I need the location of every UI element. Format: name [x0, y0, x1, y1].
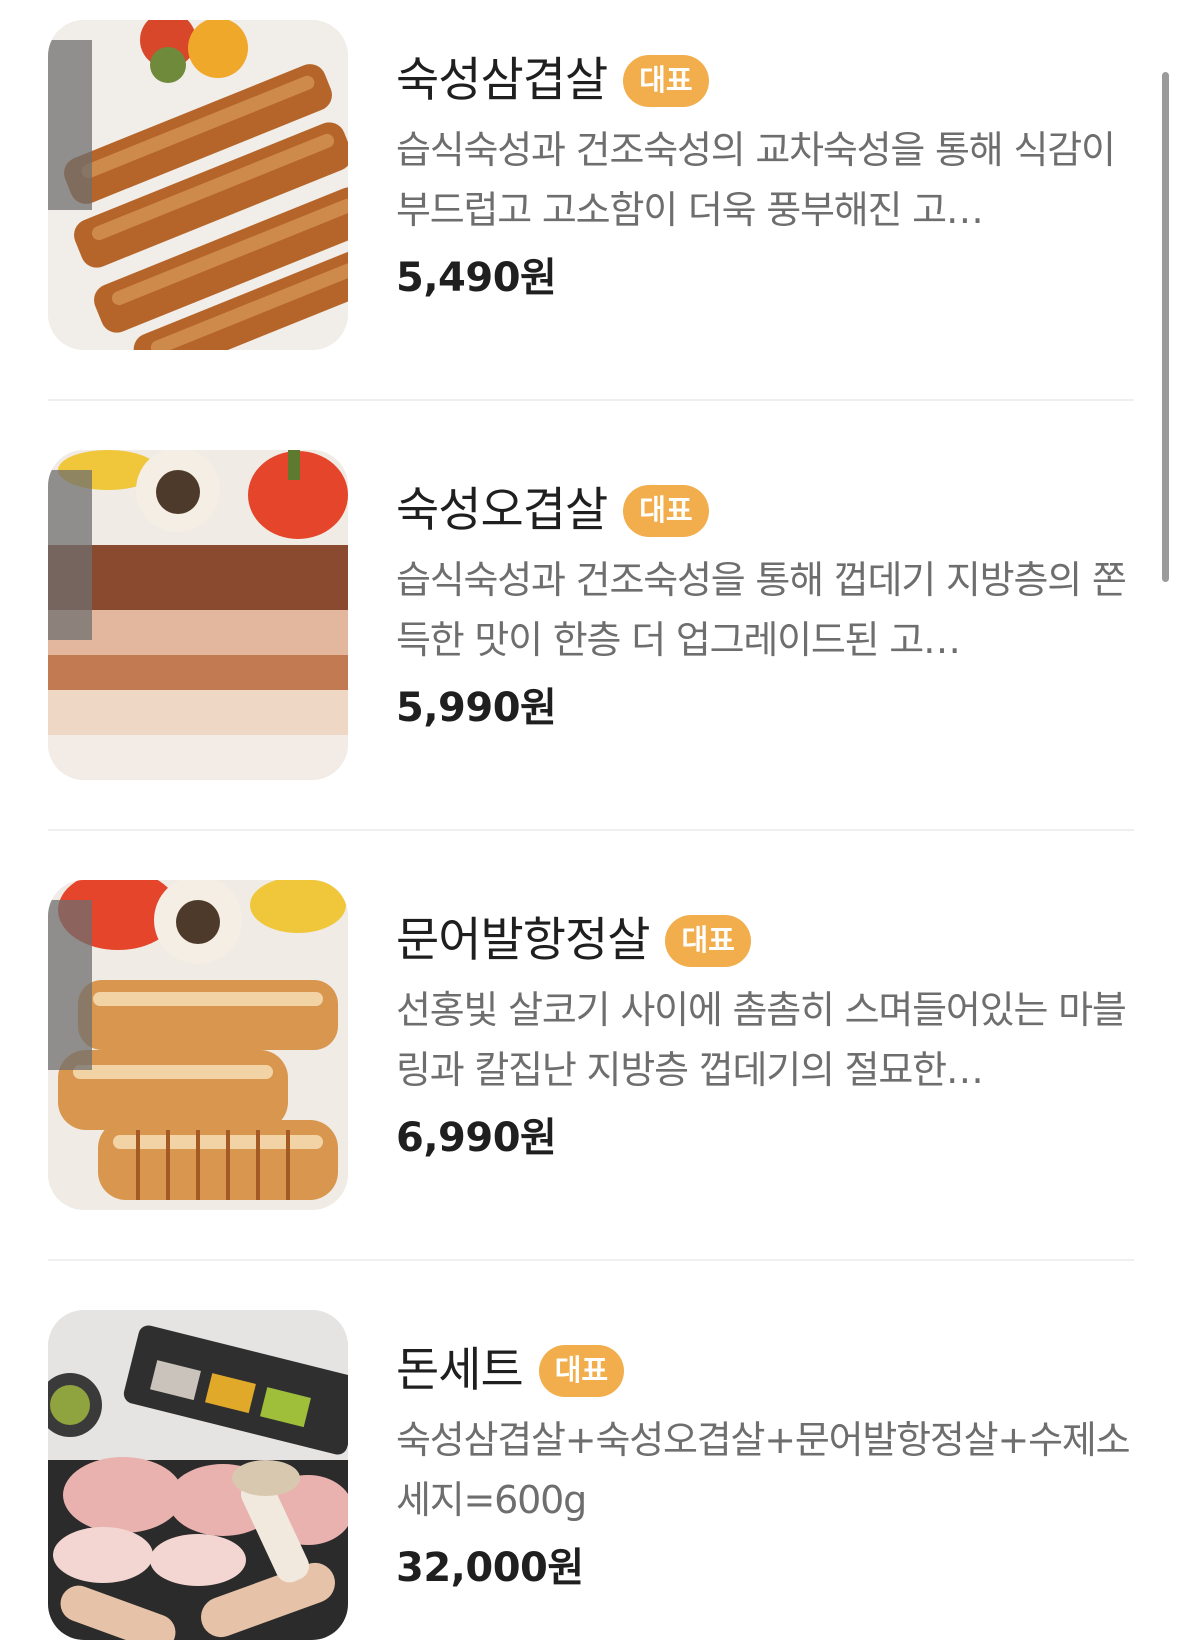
- menu-item-description: 선홍빛 살코기 사이에 촘촘히 스며들어있는 마블링과 칼집난 지방층 껍데기의…: [396, 988, 1127, 1092]
- menu-item-octopus-pork-jowl[interactable]: 문어발항정살 대표 선홍빛 살코기 사이에 촘촘히 스며들어있는 마블링과 칼집…: [48, 880, 1134, 1210]
- menu-item-description: 습식숙성과 건조숙성을 통해 껍데기 지방층의 쫀득한 맛이 한층 더 업그레이…: [396, 558, 1127, 662]
- divider: [48, 1259, 1134, 1261]
- title-row: 돈세트 대표: [396, 1338, 1134, 1404]
- menu-item-info: 돈세트 대표 숙성삼겹살+숙성오겹살+문어발항정살+수제소세지=600g 32,…: [396, 1338, 1134, 1594]
- menu-item-info: 숙성오겹살 대표 습식숙성과 건조숙성을 통해 껍데기 지방층의 쫀득한 맛이 …: [396, 478, 1134, 734]
- signature-badge: 대표: [623, 55, 709, 107]
- title-row: 문어발항정살 대표: [396, 908, 1134, 974]
- divider: [48, 829, 1134, 831]
- title-row: 숙성삼겹살 대표: [396, 48, 1134, 114]
- menu-item-info: 숙성삼겹살 대표 습식숙성과 건조숙성의 교차숙성을 통해 식감이 부드럽고 고…: [396, 48, 1134, 304]
- signature-badge: 대표: [623, 485, 709, 537]
- divider: [48, 399, 1134, 401]
- menu-item-image: [48, 450, 348, 780]
- title-row: 숙성오겹살 대표: [396, 478, 1134, 544]
- scrollbar[interactable]: [1162, 72, 1169, 582]
- menu-item-price: 6,990원: [396, 1115, 557, 1161]
- menu-item-name: 문어발항정살: [396, 913, 650, 968]
- menu-item-info: 문어발항정살 대표 선홍빛 살코기 사이에 촘촘히 스며들어있는 마블링과 칼집…: [396, 908, 1134, 1164]
- menu-item-price: 5,990원: [396, 685, 557, 731]
- menu-item-pork-set[interactable]: 돈세트 대표 숙성삼겹살+숙성오겹살+문어발항정살+수제소세지=600g 32,…: [48, 1310, 1134, 1640]
- menu-item-price: 32,000원: [396, 1545, 584, 1591]
- menu-item-name: 숙성삼겹살: [396, 53, 608, 108]
- signature-badge: 대표: [538, 1345, 625, 1397]
- menu-item-description: 습식숙성과 건조숙성의 교차숙성을 통해 식감이 부드럽고 고소함이 더욱 풍부…: [396, 128, 1116, 232]
- menu-item-image: [48, 20, 348, 350]
- menu-item-aged-pork-belly[interactable]: 숙성삼겹살 대표 습식숙성과 건조숙성의 교차숙성을 통해 식감이 부드럽고 고…: [48, 20, 1134, 350]
- menu-item-name: 돈세트: [396, 1343, 524, 1398]
- menu-item-description: 숙성삼겹살+숙성오겹살+문어발항정살+수제소세지=600g: [396, 1418, 1131, 1522]
- menu-item-image: [48, 1310, 348, 1640]
- menu-item-aged-five-layer-pork[interactable]: 숙성오겹살 대표 습식숙성과 건조숙성을 통해 껍데기 지방층의 쫀득한 맛이 …: [48, 450, 1134, 780]
- menu-item-name: 숙성오겹살: [396, 483, 608, 538]
- signature-badge: 대표: [665, 915, 751, 967]
- menu-item-price: 5,490원: [396, 255, 557, 301]
- menu-item-image: [48, 880, 348, 1210]
